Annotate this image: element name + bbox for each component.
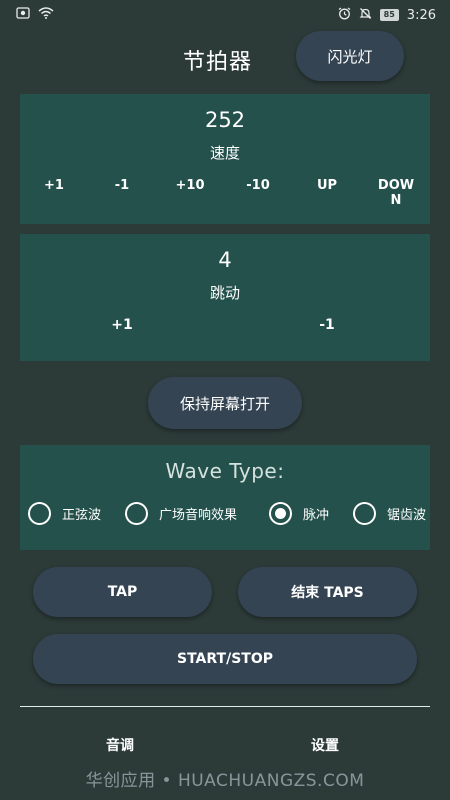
nav-item-settings[interactable]: 设置 xyxy=(311,735,339,755)
beat-label: 跳动 xyxy=(209,284,240,302)
speed-down-button[interactable]: DOW N xyxy=(366,178,426,208)
tap-button[interactable]: TAP xyxy=(33,567,212,617)
status-time: 3:26 xyxy=(406,7,436,23)
wave-option-sawtooth[interactable]: 锯齿波 xyxy=(353,500,426,526)
screenshot-icon xyxy=(16,7,30,23)
wave-option-label: 正弦波 xyxy=(62,507,102,523)
flash-button[interactable]: 闪光灯 xyxy=(296,31,404,81)
radio-button[interactable] xyxy=(353,501,376,525)
status-bar: 85 3:26 xyxy=(0,0,450,30)
speed-panel: 252 速度 +1 -1 +10 -10 UP DOW N xyxy=(20,94,430,224)
beat-value: 4 xyxy=(218,248,232,272)
wave-option-label: 脉冲 xyxy=(303,507,330,523)
status-right: 85 3:26 xyxy=(338,7,436,24)
speed-label: 速度 xyxy=(209,144,240,162)
wave-option-pulse[interactable]: 脉冲 xyxy=(269,500,329,526)
wave-type-title: Wave Type: xyxy=(165,459,285,483)
mute-icon xyxy=(359,7,372,24)
wave-option-sine[interactable]: 正弦波 xyxy=(28,500,101,526)
radio-button-selected[interactable] xyxy=(269,501,292,525)
wave-option-label: 广场音响效果 xyxy=(159,507,238,523)
wave-option-label: 锯齿波 xyxy=(387,507,427,523)
start-stop-button[interactable]: START/STOP xyxy=(33,634,417,684)
speed-plus-10-button[interactable]: +10 xyxy=(160,178,220,193)
divider xyxy=(20,706,430,707)
speed-value: 252 xyxy=(204,108,246,132)
speed-plus-1-button[interactable]: +1 xyxy=(24,178,84,193)
speed-minus-1-button[interactable]: -1 xyxy=(92,178,152,193)
wave-type-panel: Wave Type: 正弦波 广场音响效果 脉冲 锯齿波 xyxy=(20,445,430,550)
radio-button[interactable] xyxy=(28,501,51,525)
battery-indicator: 85 xyxy=(379,9,399,21)
keep-screen-on-button[interactable]: 保持屏幕打开 xyxy=(148,377,302,429)
speed-minus-10-button[interactable]: -10 xyxy=(228,178,288,193)
beat-plus-1-button[interactable]: +1 xyxy=(92,317,152,333)
beat-minus-1-button[interactable]: -1 xyxy=(297,317,357,333)
radio-selected-dot xyxy=(275,507,286,519)
beat-panel: 4 跳动 +1 -1 xyxy=(20,234,430,361)
speed-up-button[interactable]: UP xyxy=(297,178,357,193)
alarm-icon xyxy=(338,7,351,24)
page-title: 节拍器 xyxy=(183,50,253,75)
nav-item-tone[interactable]: 音调 xyxy=(106,735,134,755)
end-taps-button[interactable]: 结束 TAPS xyxy=(238,567,417,617)
status-left xyxy=(16,7,54,23)
wave-option-square[interactable]: 广场音响效果 xyxy=(125,500,237,526)
watermark: 华创应用 • HUACHUANGZS.COM xyxy=(85,771,365,791)
header: 节拍器 闪光灯 xyxy=(0,30,450,86)
radio-button[interactable] xyxy=(125,501,148,525)
wifi-icon xyxy=(38,7,54,23)
